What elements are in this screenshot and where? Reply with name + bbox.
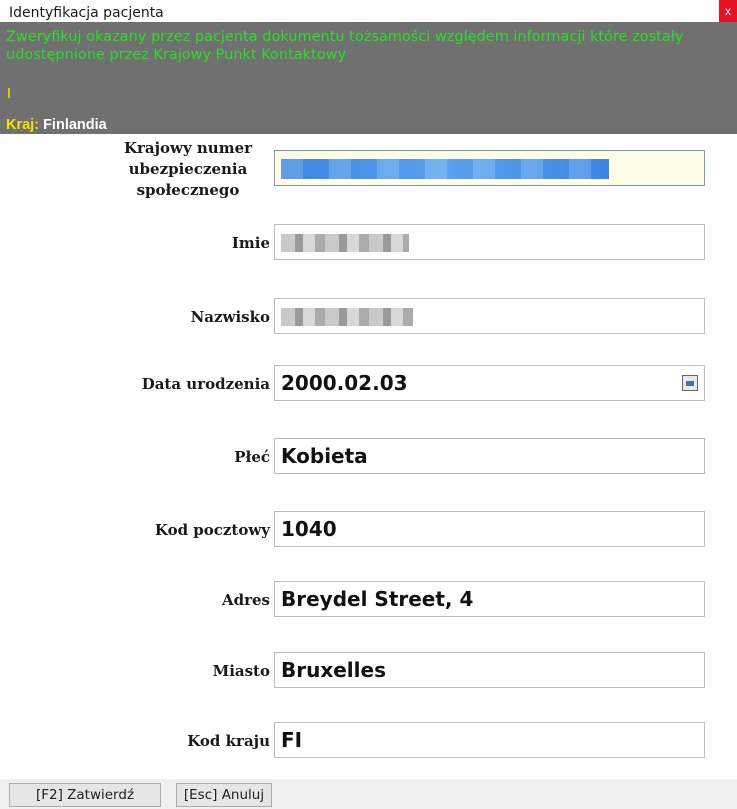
insurance-number-label: Krajowy numer ubezpieczenia społecznego <box>123 139 253 199</box>
address-value: Breydel Street, 4 <box>281 587 474 611</box>
city-input[interactable]: Bruxelles <box>274 652 705 688</box>
first-name-input[interactable] <box>274 224 705 260</box>
close-button[interactable]: x <box>719 0 737 22</box>
masked-first-name <box>281 234 409 252</box>
window-title: Identyfikacja pacjenta <box>9 5 164 21</box>
address-label: Adres <box>221 591 270 609</box>
country-value: Finlandia <box>43 117 107 133</box>
banner-marker <box>8 88 10 98</box>
sex-value: Kobieta <box>281 444 368 468</box>
postal-code-label: Kod pocztowy <box>154 521 270 539</box>
birth-date-input[interactable]: 2000.02.03 <box>274 365 705 401</box>
postal-code-input[interactable]: 1040 <box>274 511 705 547</box>
title-bar: Identyfikacja pacjenta x <box>0 0 737 22</box>
country-code-label: Kod kraju <box>187 732 270 750</box>
birth-date-label: Data urodzenia <box>141 375 270 393</box>
info-banner: Zweryfikuj okazany przez pacjenta dokume… <box>0 22 737 134</box>
address-input[interactable]: Breydel Street, 4 <box>274 581 705 617</box>
button-bar: [F2] Zatwierdź [Esc] Anuluj <box>0 779 737 809</box>
country-code-value: FI <box>281 728 303 752</box>
city-label: Miasto <box>212 662 270 680</box>
verification-message: Zweryfikuj okazany przez pacjenta dokume… <box>6 29 684 63</box>
country-info: Kraj: Finlandia <box>6 117 107 133</box>
insurance-number-input[interactable] <box>274 150 705 186</box>
sex-label: Płeć <box>234 448 270 466</box>
last-name-input[interactable] <box>274 298 705 334</box>
first-name-label: Imie <box>231 234 270 252</box>
sex-input[interactable]: Kobieta <box>274 438 705 474</box>
country-code-input[interactable]: FI <box>274 722 705 758</box>
masked-last-name <box>281 308 413 326</box>
close-icon: x <box>725 4 731 18</box>
last-name-label: Nazwisko <box>190 308 270 326</box>
calendar-icon[interactable] <box>682 375 698 391</box>
masked-insurance-number <box>281 159 609 179</box>
cancel-button[interactable]: [Esc] Anuluj <box>176 783 272 807</box>
postal-code-value: 1040 <box>281 517 337 541</box>
birth-date-value: 2000.02.03 <box>281 371 408 395</box>
country-label: Kraj: <box>6 117 40 133</box>
confirm-button[interactable]: [F2] Zatwierdź <box>9 783 161 807</box>
city-value: Bruxelles <box>281 658 386 682</box>
